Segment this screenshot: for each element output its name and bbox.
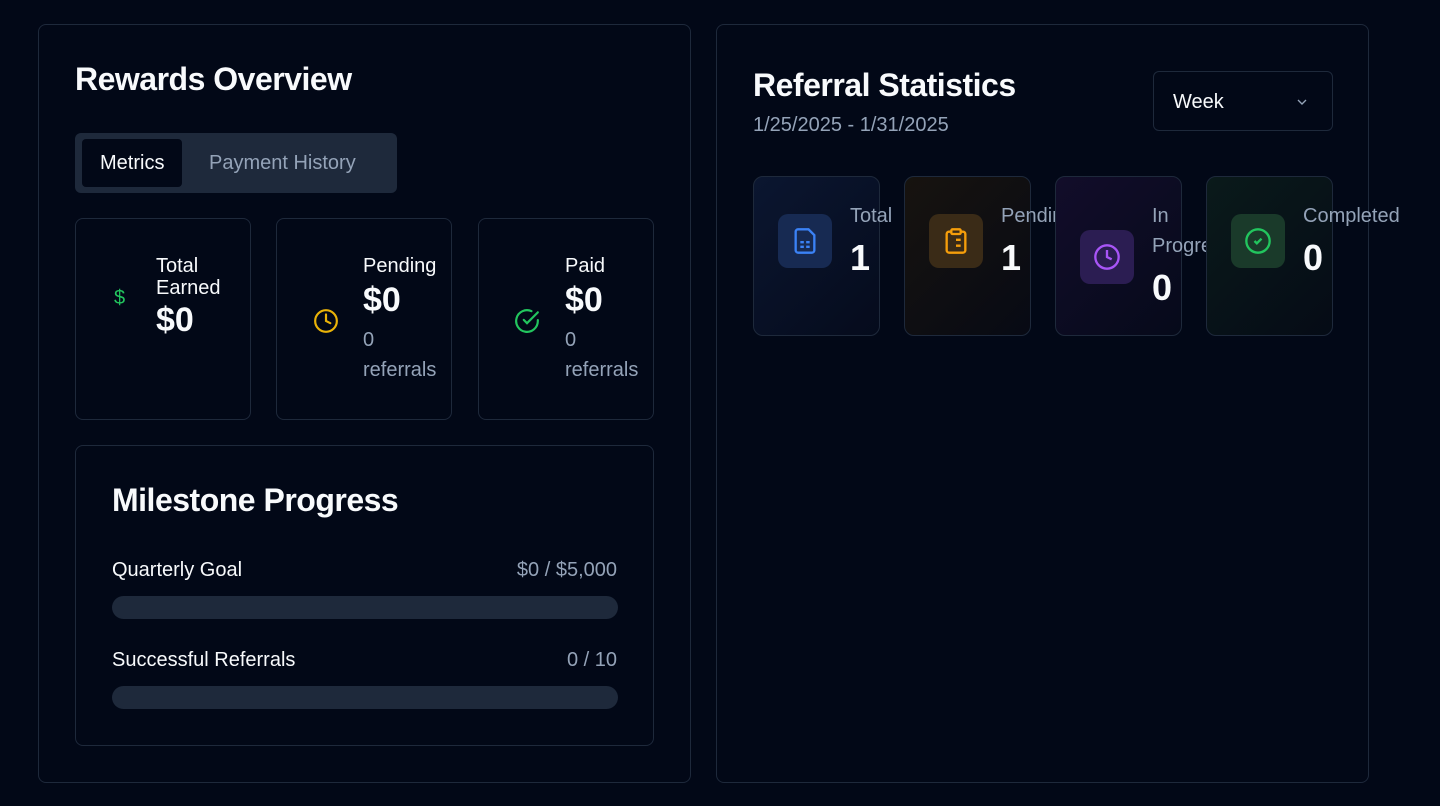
stat-total: Total 1 (753, 176, 892, 336)
file-text-icon (778, 214, 832, 268)
stat-value: 1 (1001, 237, 1022, 278)
quarterly-goal-value: $0 / $5,000 (516, 559, 617, 581)
period-value: Week (1173, 91, 1224, 113)
date-range: 1/25/2025 - 1/31/2025 (753, 114, 949, 136)
metric-sub: 0 referrals (565, 329, 639, 381)
milestone-title: Milestone Progress (112, 482, 399, 518)
metric-label: Pending (363, 255, 437, 277)
stat-value: 0 (1152, 267, 1173, 308)
referrals-progress (112, 686, 618, 709)
tab-payment-history[interactable]: Payment History (191, 139, 374, 187)
stat-label: Total (850, 205, 893, 227)
tabs: Metrics Payment History (75, 133, 397, 193)
check-circle-icon (1231, 214, 1285, 268)
rewards-overview-panel: Rewards Overview Metrics Payment History… (38, 24, 691, 783)
stat-value: 1 (850, 237, 871, 278)
metric-sub: 0 referrals (363, 329, 437, 381)
stat-label: In Progress (1152, 205, 1233, 257)
clock-icon (1080, 230, 1134, 284)
metric-paid: Paid $0 0 referrals (478, 218, 654, 420)
stat-label: Completed (1303, 205, 1400, 227)
quarterly-goal-label: Quarterly Goal (112, 559, 243, 581)
metric-label: Paid (565, 255, 606, 277)
metric-value: $0 (156, 301, 194, 339)
referral-title: Referral Statistics (753, 67, 1016, 103)
check-circle-icon (515, 309, 539, 333)
milestone-progress-card: Milestone Progress Quarterly Goal $0 / $… (75, 445, 654, 746)
clipboard-list-icon (929, 214, 983, 268)
referrals-value: 0 / 10 (566, 649, 617, 671)
stat-completed: Completed 0 (1206, 176, 1400, 336)
stat-value: 0 (1303, 237, 1324, 278)
tab-metrics[interactable]: Metrics (82, 139, 183, 187)
quarterly-goal-progress (112, 596, 618, 619)
clock-icon (314, 309, 338, 333)
dollar-icon: $ (114, 287, 126, 309)
period-select[interactable]: Week (1153, 71, 1333, 131)
stat-pending: Pending 1 (904, 176, 1074, 336)
metric-total-earned: $ Total Earned $0 (75, 218, 251, 420)
rewards-title: Rewards Overview (75, 61, 352, 97)
stat-in-progress: In Progress 0 (1055, 176, 1232, 336)
referrals-label: Successful Referrals (112, 649, 296, 671)
metric-label: Total Earned (156, 255, 221, 299)
metric-pending: Pending $0 0 referrals (276, 218, 452, 420)
metric-value: $0 (363, 281, 401, 319)
metric-value: $0 (565, 281, 603, 319)
chevron-down-icon (1297, 99, 1307, 105)
referral-statistics-panel: Referral Statistics 1/25/2025 - 1/31/202… (716, 24, 1400, 783)
